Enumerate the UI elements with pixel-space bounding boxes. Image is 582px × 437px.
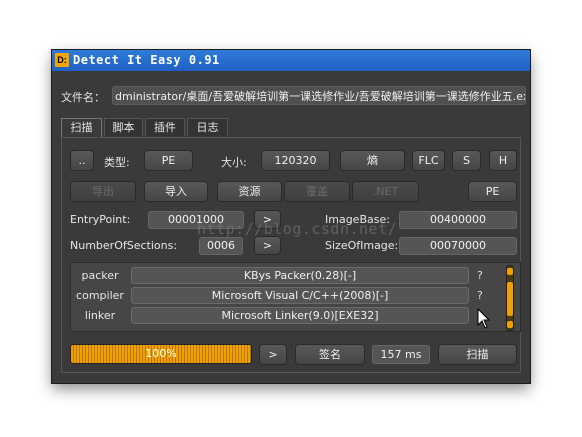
progress-next-button[interactable]: > — [259, 344, 287, 365]
tab-plugins[interactable]: 插件 — [145, 118, 185, 136]
type-label: 类型: — [104, 156, 130, 169]
result-row: compiler Microsoft Visual C/C++(2008)[-]… — [71, 287, 522, 306]
main-window: D: Detect It Easy 0.91 文件名： dministrator… — [52, 50, 530, 383]
scroll-thumb[interactable] — [507, 282, 513, 316]
filename-label: 文件名： — [61, 91, 105, 104]
result-type: compiler — [76, 289, 124, 302]
flc-button[interactable]: FLC — [412, 150, 445, 171]
type-value-button[interactable]: PE — [144, 150, 193, 171]
file-path-field[interactable]: dministrator/桌面/吾爱破解培训第一课选修作业/吾爱破解培训第一课选… — [112, 86, 526, 105]
result-value[interactable]: KBys Packer(0.28)[-] — [131, 267, 469, 284]
size-label: 大小: — [221, 156, 247, 169]
entropy-button[interactable]: 熵 — [340, 150, 405, 171]
scan-panel — [61, 137, 521, 373]
progress-text: 100% — [145, 347, 177, 360]
mouse-cursor-icon — [477, 308, 491, 329]
result-type: packer — [81, 269, 119, 282]
watermark-text: http://blog.csdn.net/ — [197, 220, 398, 238]
result-info-button[interactable]: ? — [477, 289, 483, 302]
scan-time-field: 157 ms — [372, 345, 430, 364]
scan-progress-bar: 100% — [70, 344, 252, 364]
results-scrollbar[interactable] — [506, 265, 514, 331]
window-title: Detect It Easy 0.91 — [73, 53, 220, 67]
result-type: linker — [84, 309, 116, 322]
import-button[interactable]: 导入 — [144, 181, 208, 202]
result-row: packer KBys Packer(0.28)[-] ? — [71, 267, 522, 286]
s-button[interactable]: S — [452, 150, 481, 171]
result-row: linker Microsoft Linker(9.0)[EXE32] — [71, 307, 522, 326]
scan-button[interactable]: 扫描 — [438, 344, 517, 365]
h-button[interactable]: H — [489, 150, 517, 171]
scroll-up-arrow[interactable] — [507, 268, 513, 275]
resource-button[interactable]: 资源 — [217, 181, 282, 202]
sizeofimage-field[interactable]: 00070000 — [399, 237, 517, 255]
export-button[interactable]: 导出 — [70, 181, 136, 202]
title-bar[interactable]: D: Detect It Easy 0.91 — [52, 50, 530, 71]
result-value[interactable]: Microsoft Visual C/C++(2008)[-] — [131, 287, 469, 304]
app-icon: D: — [55, 53, 69, 67]
signature-button[interactable]: 签名 — [295, 344, 365, 365]
sizeofimage-label: SizeOfImage: — [325, 239, 399, 252]
scroll-down-arrow[interactable] — [507, 321, 513, 328]
result-info-button[interactable]: ? — [477, 269, 483, 282]
imagebase-field[interactable]: 00400000 — [399, 211, 517, 229]
size-value-button[interactable]: 120320 — [261, 150, 330, 171]
sections-next-button[interactable]: > — [254, 236, 281, 255]
entrypoint-label: EntryPoint: — [70, 213, 131, 226]
tab-log[interactable]: 日志 — [187, 118, 228, 136]
overlay-button[interactable]: 覆盖 — [284, 181, 350, 202]
sections-label: NumberOfSections: — [70, 239, 178, 252]
net-button[interactable]: .NET — [352, 181, 419, 202]
browse-button[interactable]: .. — [70, 150, 94, 171]
detection-results: packer KBys Packer(0.28)[-] ? compiler M… — [70, 262, 521, 332]
pe-button[interactable]: PE — [468, 181, 517, 202]
tab-scan[interactable]: 扫描 — [61, 118, 102, 138]
sections-field[interactable]: 0006 — [199, 237, 243, 255]
result-value[interactable]: Microsoft Linker(9.0)[EXE32] — [131, 307, 469, 324]
tab-script[interactable]: 脚本 — [104, 118, 143, 136]
